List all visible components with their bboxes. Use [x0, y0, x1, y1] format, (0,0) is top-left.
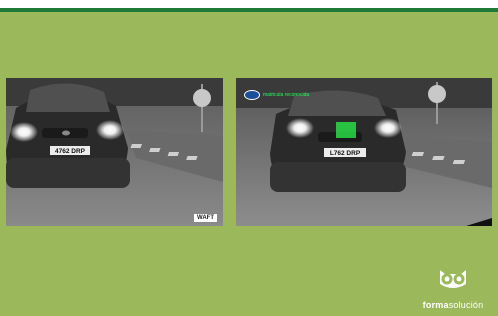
car-photo-right: L762 DRP	[236, 78, 492, 226]
brand-name-bold: forma	[422, 300, 449, 310]
car-photo-left: 4762 DRP	[6, 78, 223, 226]
ocr-result-text: matricula reconocida	[263, 92, 310, 98]
camera-image-right: L762 DRP matricula reconocida	[236, 78, 492, 226]
camera-image-left: 4762 DRP WAFT	[6, 78, 223, 226]
brand-wordmark: formasolución	[418, 300, 488, 310]
top-accent-line	[0, 8, 498, 12]
plate-text-left: 4762 DRP	[55, 148, 86, 155]
ocr-detection-box	[336, 122, 356, 138]
ford-logo-icon	[244, 90, 260, 100]
ocr-overlay: matricula reconocida	[244, 90, 309, 100]
plate-text-right: L762 DRP	[330, 150, 361, 157]
top-bar	[0, 0, 498, 12]
owl-logo-icon	[440, 270, 466, 288]
brand-name-light: solución	[448, 300, 484, 310]
watermark-label: WAFT	[194, 214, 217, 222]
brand-logo: formasolución	[418, 266, 488, 310]
